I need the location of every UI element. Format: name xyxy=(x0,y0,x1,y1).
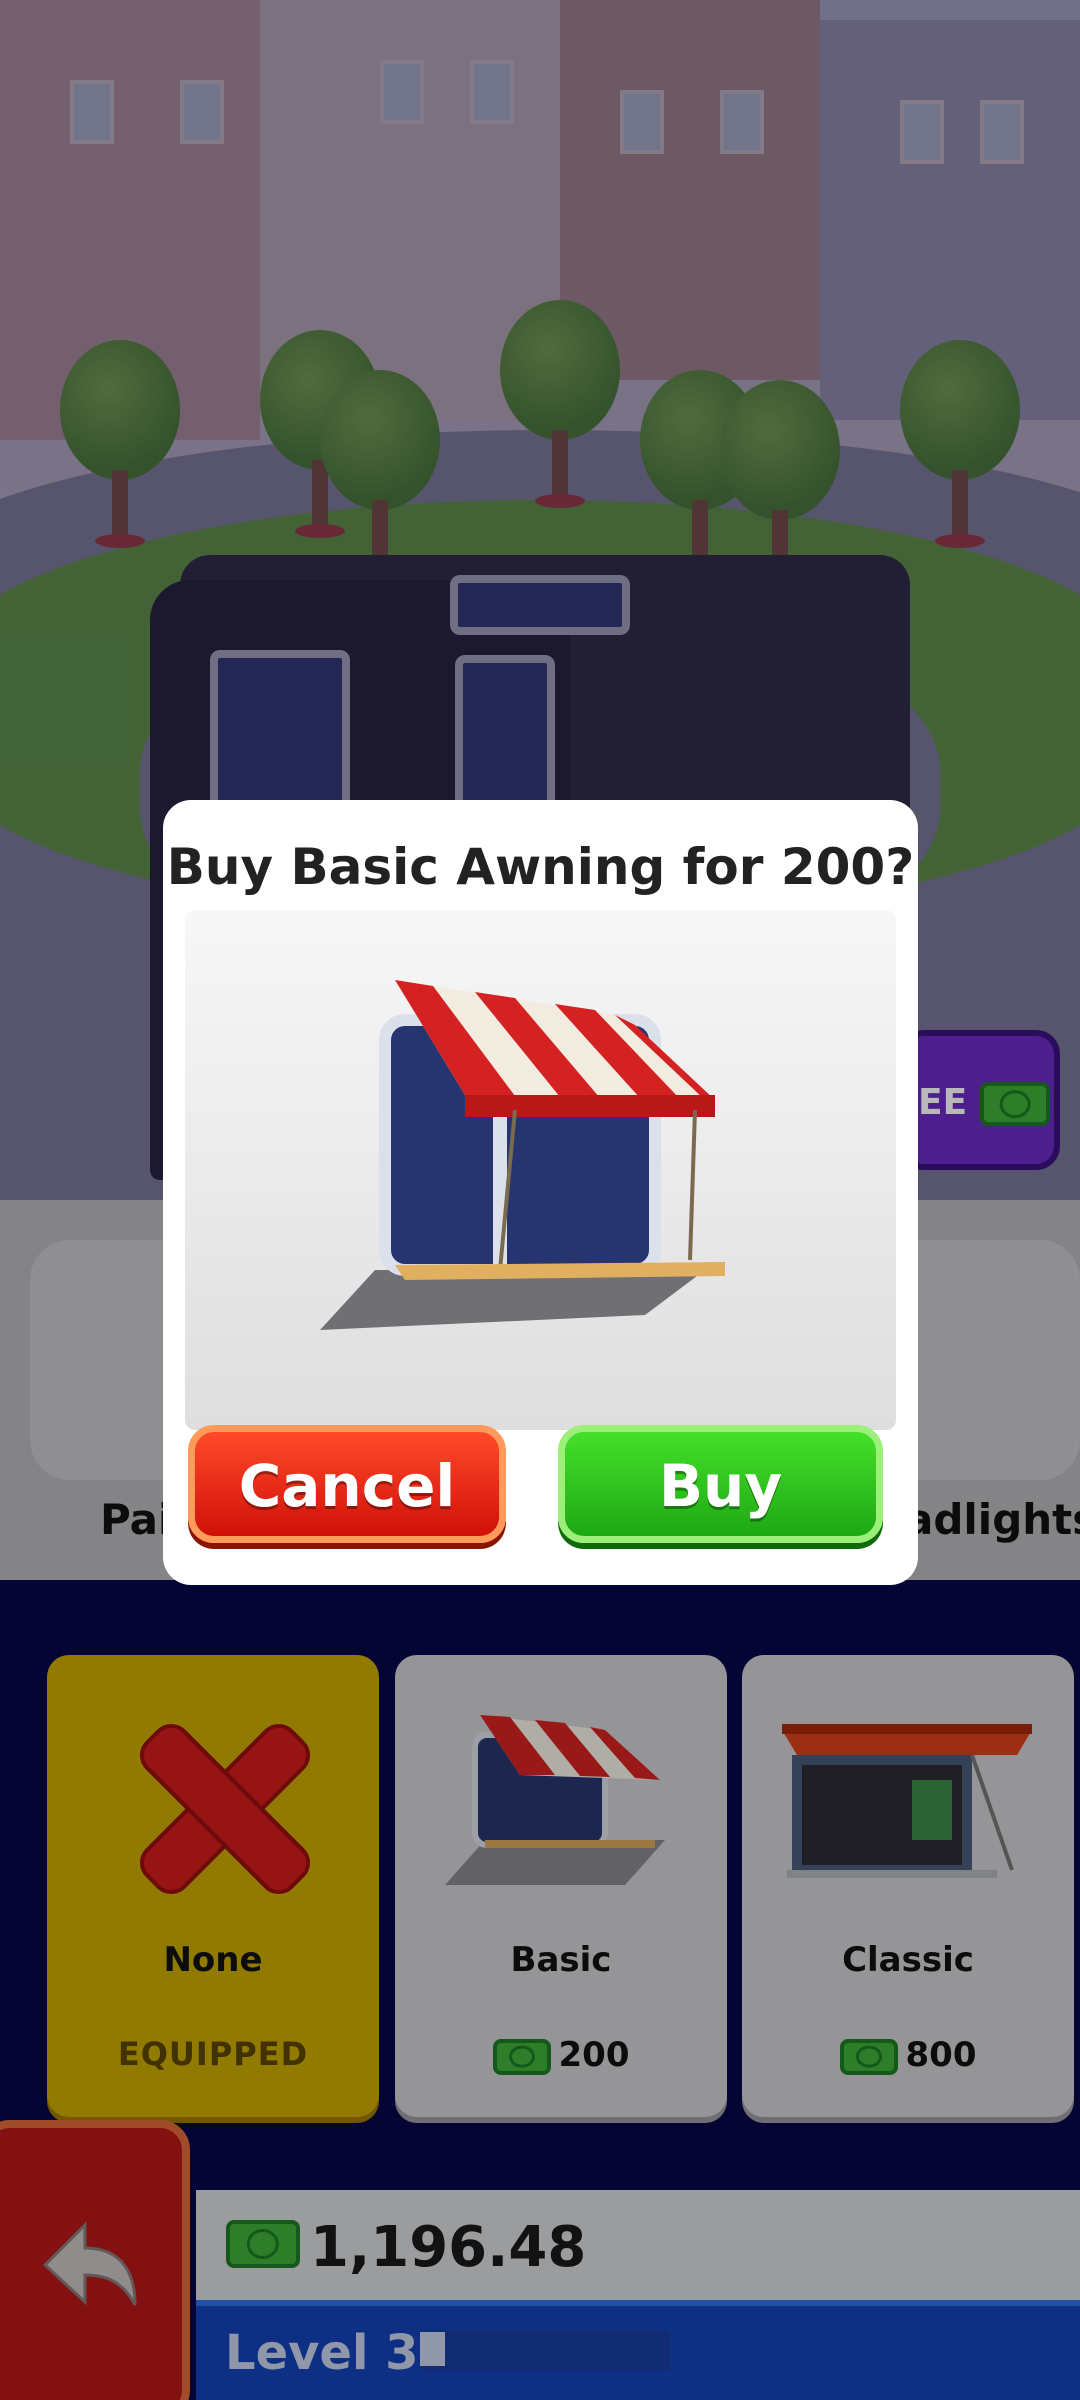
dialog-title: Buy Basic Awning for 200? xyxy=(166,838,915,896)
item-preview-panel xyxy=(185,910,896,1430)
buy-button[interactable]: Buy xyxy=(558,1425,883,1543)
cancel-button[interactable]: Cancel xyxy=(188,1425,506,1543)
purchase-dialog: Buy Basic Awning for 200? Cancel Buy xyxy=(163,800,918,1585)
basic-awning-preview-icon xyxy=(320,980,725,1330)
